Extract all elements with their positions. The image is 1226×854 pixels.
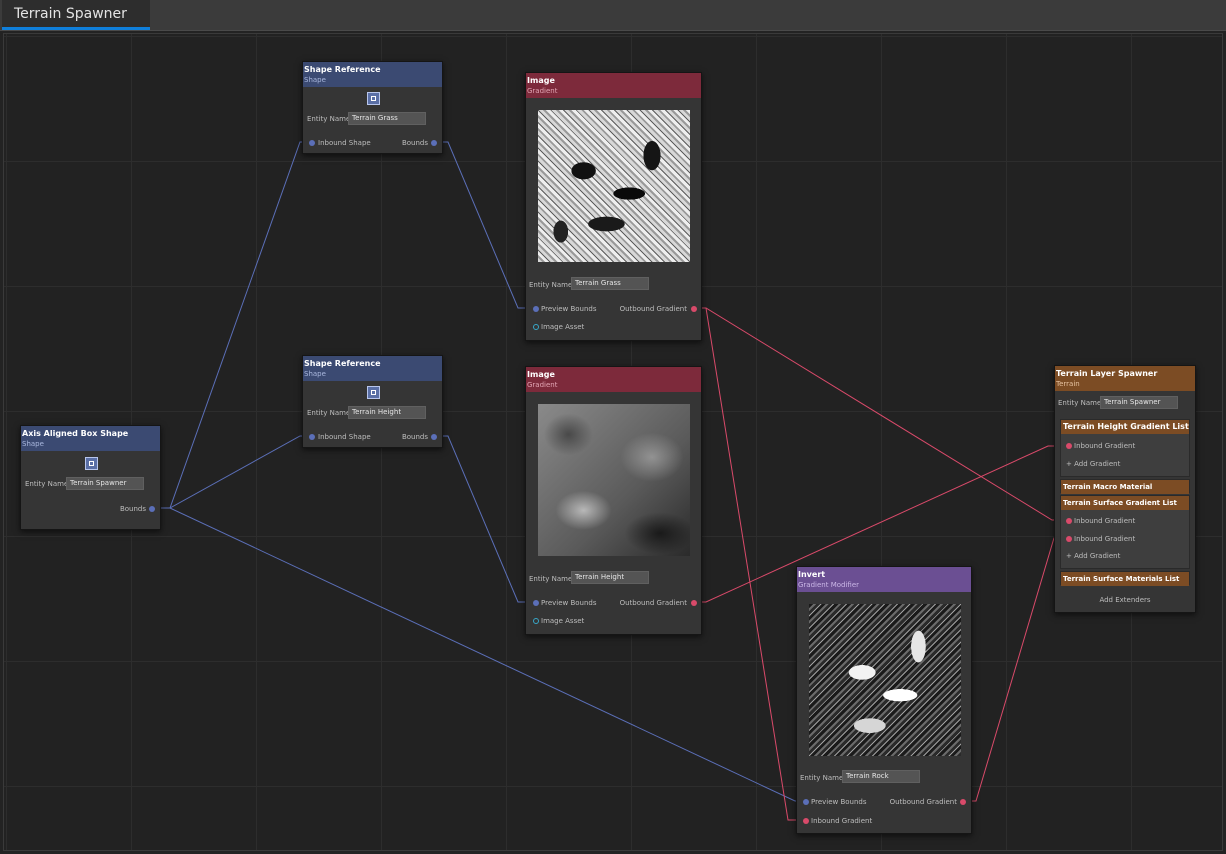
outbound-gradient-label: Outbound Gradient xyxy=(619,305,687,313)
node-header[interactable]: Invert Gradient Modifier xyxy=(797,567,971,592)
terrain-surface-materials-list: Terrain Surface Materials List xyxy=(1060,571,1190,586)
entity-name-field[interactable]: Terrain Grass xyxy=(348,112,426,125)
preview-bounds-label: Preview Bounds xyxy=(811,798,867,806)
entity-name-field[interactable]: Terrain Grass xyxy=(571,277,649,290)
inbound-gradient-input-port-1[interactable] xyxy=(1066,518,1072,524)
entity-name-field[interactable]: Terrain Rock xyxy=(842,770,920,783)
image-gradient-node-height[interactable]: Image Gradient Entity Name Terrain Heigh… xyxy=(525,366,702,635)
shape-reference-icon xyxy=(367,92,380,105)
tab-bar: Terrain Spawner xyxy=(0,0,1226,31)
outbound-gradient-label: Outbound Gradient xyxy=(889,798,957,806)
bounds-port-label: Bounds xyxy=(119,505,146,513)
bounds-output-port[interactable] xyxy=(149,506,155,512)
node-title: Image xyxy=(527,370,555,379)
tab-label: Terrain Spawner xyxy=(14,6,127,22)
shape-reference-node-height[interactable]: Shape Reference Shape Entity Name Terrai… xyxy=(302,355,443,448)
node-title: Shape Reference xyxy=(304,359,381,368)
bounds-output-port[interactable] xyxy=(431,140,437,146)
node-header[interactable]: Shape Reference Shape xyxy=(303,62,442,87)
outbound-gradient-output-port[interactable] xyxy=(960,799,966,805)
node-subtitle: Gradient Modifier xyxy=(798,581,859,589)
node-subtitle: Gradient xyxy=(527,381,558,389)
node-header[interactable]: Axis Aligned Box Shape Shape xyxy=(21,426,160,451)
node-title: Image xyxy=(527,76,555,85)
shape-reference-icon xyxy=(367,386,380,399)
add-extenders-button[interactable]: Add Extenders xyxy=(1055,596,1195,604)
invert-gradient-modifier-node[interactable]: Invert Gradient Modifier Entity Name Ter… xyxy=(796,566,972,834)
inbound-gradient-input-port-2[interactable] xyxy=(1066,536,1072,542)
gradient-preview-image xyxy=(809,604,961,756)
terrain-layer-spawner-node[interactable]: Terrain Layer Spawner Terrain Entity Nam… xyxy=(1054,365,1196,613)
inbound-gradient-input-port[interactable] xyxy=(803,818,809,824)
entity-name-label: Entity Name xyxy=(529,281,573,289)
box-shape-icon xyxy=(85,457,98,470)
add-gradient-button[interactable]: + Add Gradient xyxy=(1066,552,1120,560)
image-asset-label: Image Asset xyxy=(541,323,585,331)
node-title: Terrain Layer Spawner xyxy=(1056,369,1158,378)
node-header[interactable]: Image Gradient xyxy=(526,73,701,98)
node-header[interactable]: Shape Reference Shape xyxy=(303,356,442,381)
preview-bounds-input-port[interactable] xyxy=(533,306,539,312)
node-header[interactable]: Image Gradient xyxy=(526,367,701,392)
inbound-shape-input-port[interactable] xyxy=(309,140,315,146)
inbound-gradient-label: Inbound Gradient xyxy=(1074,517,1136,525)
node-title: Invert xyxy=(798,570,826,579)
tab-terrain-spawner[interactable]: Terrain Spawner xyxy=(2,0,150,30)
preview-bounds-label: Preview Bounds xyxy=(541,599,597,607)
bounds-port-label: Bounds xyxy=(401,433,428,441)
node-header[interactable]: Terrain Layer Spawner Terrain xyxy=(1055,366,1195,391)
preview-bounds-input-port[interactable] xyxy=(533,600,539,606)
add-gradient-button[interactable]: + Add Gradient xyxy=(1066,460,1120,468)
section-title: Terrain Macro Material xyxy=(1061,480,1189,494)
outbound-gradient-output-port[interactable] xyxy=(691,306,697,312)
inbound-shape-label: Inbound Shape xyxy=(318,433,371,441)
node-title: Axis Aligned Box Shape xyxy=(22,429,129,438)
entity-name-label: Entity Name xyxy=(529,575,573,583)
section-title: Terrain Surface Materials List xyxy=(1061,572,1189,586)
entity-name-field[interactable]: Terrain Spawner xyxy=(66,477,144,490)
node-subtitle: Terrain xyxy=(1056,380,1080,388)
axis-aligned-box-shape-node[interactable]: Axis Aligned Box Shape Shape Entity Name… xyxy=(20,425,161,530)
inbound-shape-label: Inbound Shape xyxy=(318,139,371,147)
inbound-gradient-label: Inbound Gradient xyxy=(1074,442,1136,450)
inbound-gradient-label: Inbound Gradient xyxy=(1074,535,1136,543)
gradient-preview-image xyxy=(538,110,690,262)
node-title: Shape Reference xyxy=(304,65,381,74)
node-subtitle: Shape xyxy=(22,440,44,448)
node-subtitle: Shape xyxy=(304,76,326,84)
entity-name-label: Entity Name xyxy=(25,480,69,488)
shape-reference-node-grass[interactable]: Shape Reference Shape Entity Name Terrai… xyxy=(302,61,443,154)
preview-bounds-label: Preview Bounds xyxy=(541,305,597,313)
entity-name-label: Entity Name xyxy=(307,409,351,417)
node-subtitle: Gradient xyxy=(527,87,558,95)
section-title: Terrain Height Gradient List xyxy=(1061,420,1189,434)
inbound-shape-input-port[interactable] xyxy=(309,434,315,440)
gradient-preview-image xyxy=(538,404,690,556)
node-subtitle: Shape xyxy=(304,370,326,378)
inbound-gradient-input-port[interactable] xyxy=(1066,443,1072,449)
entity-name-field[interactable]: Terrain Height xyxy=(348,406,426,419)
outbound-gradient-output-port[interactable] xyxy=(691,600,697,606)
section-title: Terrain Surface Gradient List xyxy=(1061,496,1189,510)
outbound-gradient-label: Outbound Gradient xyxy=(619,599,687,607)
bounds-port-label: Bounds xyxy=(401,139,428,147)
terrain-macro-material: Terrain Macro Material xyxy=(1060,479,1190,494)
image-gradient-node-grass[interactable]: Image Gradient Entity Name Terrain Grass… xyxy=(525,72,702,341)
entity-name-label: Entity Name xyxy=(1058,399,1102,407)
entity-name-field[interactable]: Terrain Spawner xyxy=(1100,396,1178,409)
image-asset-input-port[interactable] xyxy=(533,324,539,330)
bounds-output-port[interactable] xyxy=(431,434,437,440)
entity-name-label: Entity Name xyxy=(307,115,351,123)
image-asset-label: Image Asset xyxy=(541,617,585,625)
image-asset-input-port[interactable] xyxy=(533,618,539,624)
inbound-gradient-label: Inbound Gradient xyxy=(811,817,873,825)
entity-name-field[interactable]: Terrain Height xyxy=(571,571,649,584)
entity-name-label: Entity Name xyxy=(800,774,844,782)
preview-bounds-input-port[interactable] xyxy=(803,799,809,805)
